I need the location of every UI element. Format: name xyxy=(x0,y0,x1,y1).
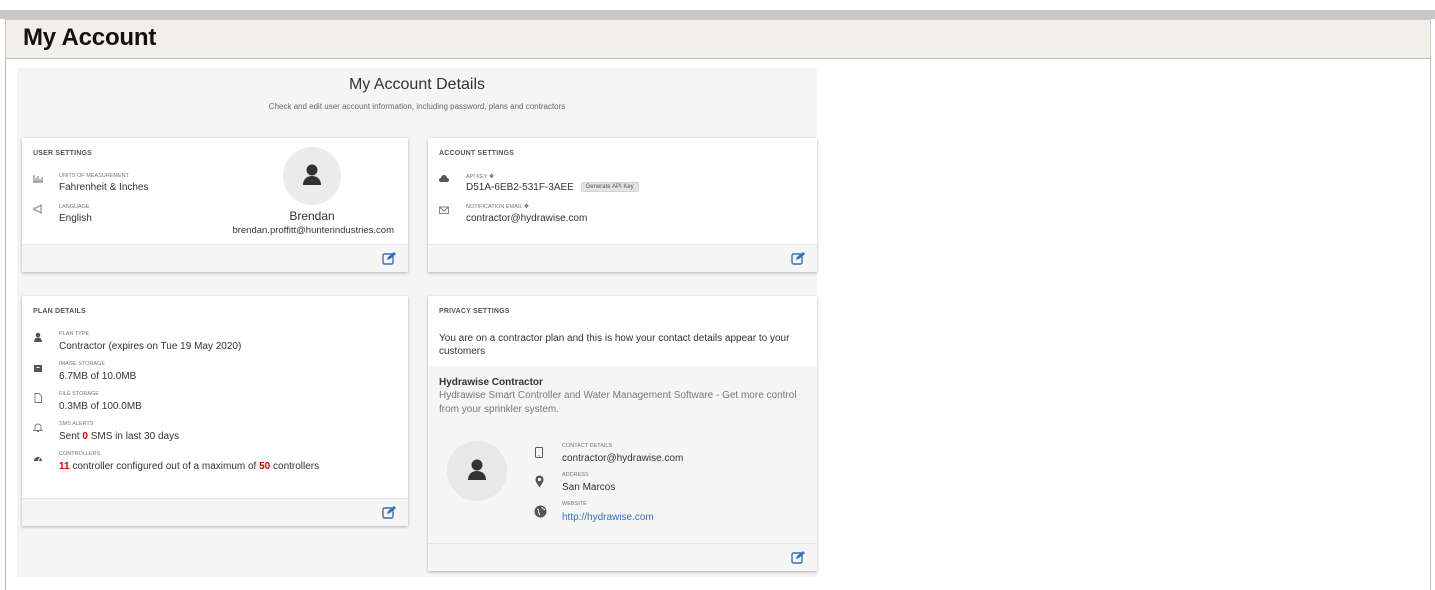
ctrl-post: controllers xyxy=(270,461,320,472)
info-icon: ❖ xyxy=(488,174,495,180)
notification-email-value: contractor@hydrawise.com xyxy=(466,213,588,224)
plan-details-footer xyxy=(22,498,408,526)
address-label: ADDRESS xyxy=(562,472,589,478)
controllers-label: CONTROLLERS xyxy=(59,451,101,457)
privacy-intro: You are on a contractor plan and this is… xyxy=(439,333,790,357)
dashboard-icon xyxy=(34,457,42,462)
account-settings-footer xyxy=(428,244,817,272)
user-icon xyxy=(34,332,42,342)
contact-details-label: CONTACT DETAILS xyxy=(562,443,613,449)
edit-icon[interactable] xyxy=(791,252,805,265)
api-key-row: D51A-6EB2-531F-3AEE Generate API Key xyxy=(466,182,639,193)
map-marker-icon xyxy=(535,475,544,488)
sms-pre: Sent xyxy=(59,431,83,442)
company-name: Hydrawise Contractor xyxy=(439,377,543,388)
account-settings-title: ACCOUNT SETTINGS xyxy=(439,150,515,157)
account-settings-card: ACCOUNT SETTINGS API KEY ❖ D51A-6EB2-531… xyxy=(428,138,817,272)
contractor-avatar xyxy=(447,441,507,501)
address-value: San Marcos xyxy=(562,482,616,493)
account-details-panel: My Account Details Check and edit user a… xyxy=(17,68,817,577)
top-strip xyxy=(0,10,1435,19)
edit-icon[interactable] xyxy=(382,506,396,519)
info-icon: ❖ xyxy=(523,204,530,210)
file-storage-label: FILE STORAGE xyxy=(59,391,99,397)
user-settings-title: USER SETTINGS xyxy=(33,150,92,157)
user-name: Brendan xyxy=(289,209,335,223)
globe-icon xyxy=(534,505,547,518)
mobile-phone-icon xyxy=(535,447,543,458)
page-title: My Account xyxy=(23,24,157,51)
website-label: WEBSITE xyxy=(562,501,587,507)
image-storage-value: 6.7MB of 10.0MB xyxy=(59,371,137,382)
image-storage-label: IMAGE STORAGE xyxy=(59,361,106,367)
api-key-label: API KEY ❖ xyxy=(466,173,494,180)
language-value: English xyxy=(59,213,92,224)
plan-type-value: Contractor (expires on Tue 19 May 2020) xyxy=(59,341,242,352)
api-key-value: D51A-6EB2-531F-3AEE xyxy=(466,182,574,193)
user-icon xyxy=(468,459,486,480)
panel-subtitle: Check and edit user account information,… xyxy=(268,102,566,111)
website-link[interactable]: http://hydrawise.com xyxy=(562,512,654,523)
contact-preview: Hydrawise Contractor Hydrawise Smart Con… xyxy=(428,366,817,543)
envelope-icon xyxy=(439,206,449,214)
megaphone-icon xyxy=(33,204,42,214)
chart-icon xyxy=(33,175,43,183)
ctrl-mid: controller configured out of a maximum o… xyxy=(69,461,260,472)
privacy-settings-footer xyxy=(428,543,817,571)
privacy-settings-card: PRIVACY SETTINGS You are on a contractor… xyxy=(428,296,817,571)
language-label: LANGUAGE xyxy=(59,204,90,210)
company-description: Hydrawise Smart Controller and Water Man… xyxy=(439,390,797,415)
page-header: My Account xyxy=(5,19,1431,59)
file-storage-value: 0.3MB of 100.0MB xyxy=(59,401,142,412)
bell-icon xyxy=(33,423,43,432)
plan-details-card: PLAN DETAILS PLAN TYPE Contractor (expir… xyxy=(22,296,408,526)
user-avatar xyxy=(283,147,341,205)
archive-icon xyxy=(34,365,42,372)
user-icon xyxy=(303,164,321,185)
edit-icon[interactable] xyxy=(382,252,396,265)
ctrl-max: 50 xyxy=(259,461,271,472)
generate-api-key-button[interactable]: Generate API Key xyxy=(580,182,639,193)
plan-type-label: PLAN TYPE xyxy=(59,331,90,337)
api-key-label-text: API KEY xyxy=(466,174,488,180)
ctrl-count: 11 xyxy=(59,461,70,472)
contact-details-value: contractor@hydrawise.com xyxy=(562,453,684,464)
sms-alerts-label: SMS ALERTS xyxy=(59,421,94,427)
sms-alerts-value: Sent 0 SMS in last 30 days xyxy=(59,431,179,442)
panel-title: My Account Details xyxy=(348,76,486,93)
controllers-value: 11 controller configured out of a maximu… xyxy=(59,461,319,472)
units-label: UNITS OF MEASUREMENT xyxy=(59,173,129,179)
units-value: Fahrenheit & Inches xyxy=(59,182,149,193)
cloud-icon xyxy=(439,175,449,182)
edit-icon[interactable] xyxy=(791,551,805,564)
notification-email-label-text: NOTIFICATION EMAIL xyxy=(466,204,523,210)
notification-email-label: NOTIFICATION EMAIL ❖ xyxy=(466,203,529,210)
user-settings-footer xyxy=(22,244,408,272)
privacy-settings-title: PRIVACY SETTINGS xyxy=(439,308,510,315)
file-icon xyxy=(34,393,42,403)
user-settings-card: USER SETTINGS UNITS OF MEASUREMENT Fahre… xyxy=(22,138,408,272)
user-email: brendan.proffitt@hunterindustries.com xyxy=(232,225,394,236)
plan-details-title: PLAN DETAILS xyxy=(33,308,86,315)
sms-post: SMS in last 30 days xyxy=(87,431,180,442)
